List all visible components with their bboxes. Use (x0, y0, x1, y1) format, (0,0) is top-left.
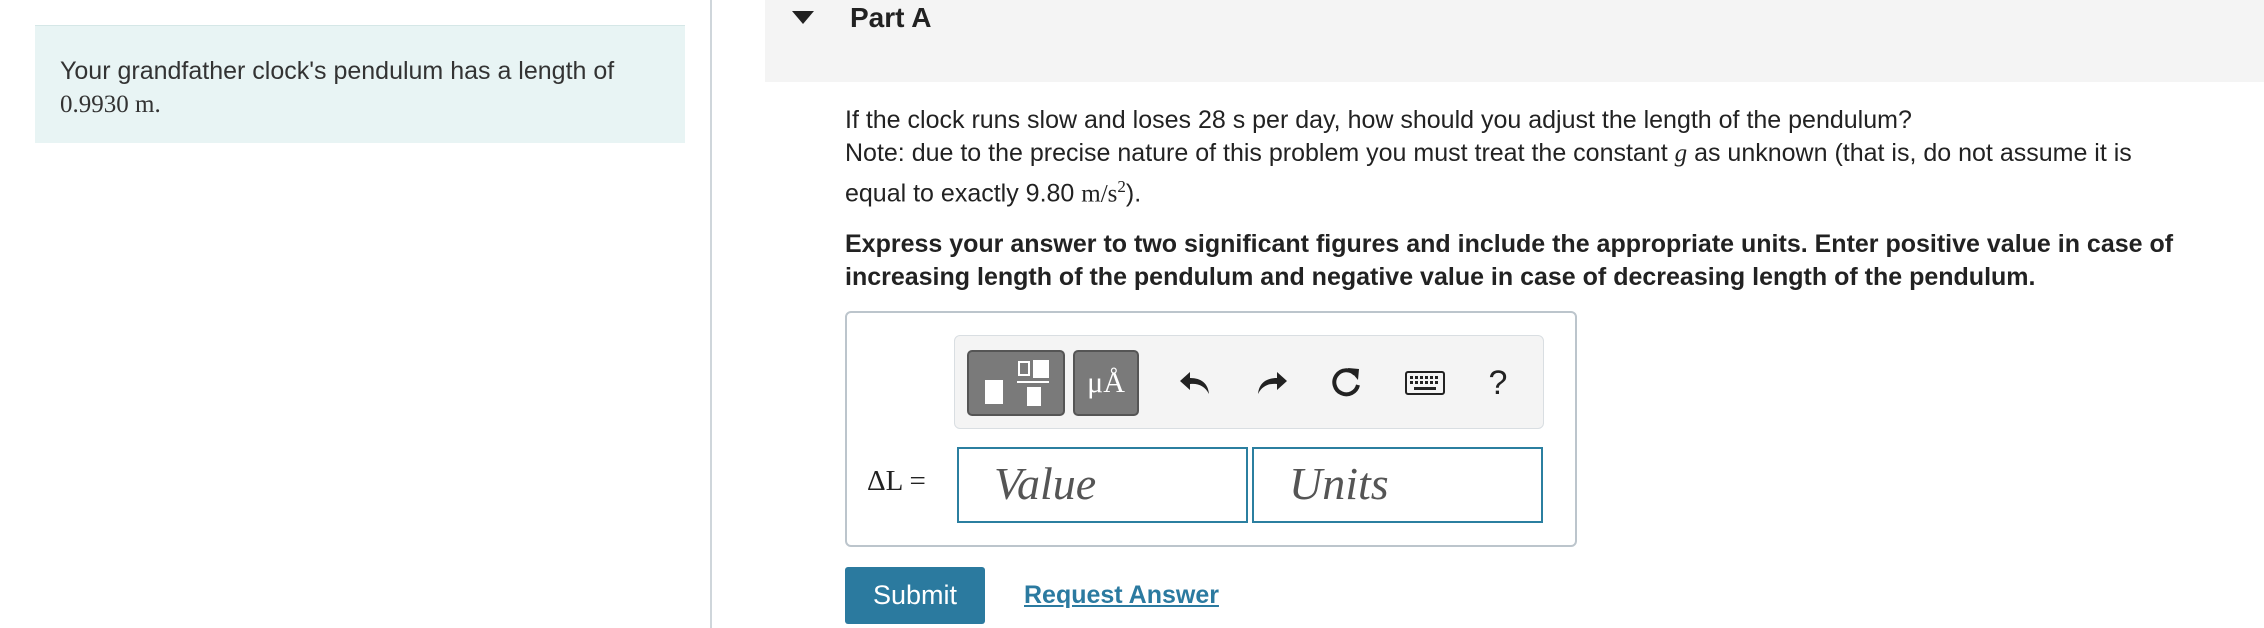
request-answer-link[interactable]: Request Answer (1024, 581, 1219, 610)
units-input[interactable]: Units (1252, 447, 1543, 523)
undo-button[interactable] (1170, 350, 1220, 416)
answer-instructions: Express your answer to two significant f… (845, 230, 2174, 291)
fraction-template-icon (985, 360, 1049, 406)
keyboard-button[interactable] (1395, 350, 1455, 416)
units-button-label: μÅ (1087, 366, 1125, 399)
question-line: If the clock runs slow and loses 28 s pe… (845, 106, 1912, 134)
question-text: If the clock runs slow and loses 28 s pe… (845, 104, 2245, 210)
redo-icon (1258, 372, 1287, 394)
collapse-caret-icon[interactable] (792, 11, 814, 24)
gravity-units: m/s (1081, 180, 1118, 208)
undo-icon (1180, 372, 1209, 394)
templates-button[interactable] (967, 350, 1065, 416)
reset-icon (1332, 368, 1360, 397)
question-note-line: equal to exactly 9.80 m/s2). (845, 170, 2245, 210)
intro-length-value: 0.9930 m. (60, 91, 161, 118)
part-title: Part A (850, 2, 932, 33)
note-text-end: ). (1125, 179, 1142, 208)
note-text-after: as unknown (that is, do not assume it is (1687, 139, 2132, 167)
intro-text: Your grandfather clock's pendulum has a … (60, 57, 615, 85)
redo-button[interactable] (1247, 350, 1297, 416)
submit-button[interactable]: Submit (845, 567, 985, 624)
help-icon: ? (1488, 363, 1508, 402)
help-button[interactable]: ? (1473, 350, 1523, 416)
g-symbol: g (1674, 140, 1688, 167)
units-button[interactable]: μÅ (1073, 350, 1139, 416)
math-toolbar: μÅ ? (954, 335, 1544, 429)
keyboard-icon (1405, 371, 1445, 395)
gravity-units-exponent: 2 (1117, 177, 1126, 196)
answer-label: ΔL = (867, 465, 926, 497)
part-a-header[interactable]: Part A (765, 0, 2264, 82)
reset-button[interactable] (1321, 350, 1371, 416)
answer-box: μÅ ? ΔL = Value Units (845, 311, 1577, 547)
question-note: Note: due to the precise nature of this … (845, 137, 2245, 170)
note-text-line3: equal to exactly 9.80 (845, 179, 1082, 208)
note-text: Note: due to the precise nature of this … (845, 139, 1675, 167)
panel-divider (710, 0, 712, 628)
value-input[interactable]: Value (957, 447, 1248, 523)
problem-intro: Your grandfather clock's pendulum has a … (35, 25, 685, 143)
